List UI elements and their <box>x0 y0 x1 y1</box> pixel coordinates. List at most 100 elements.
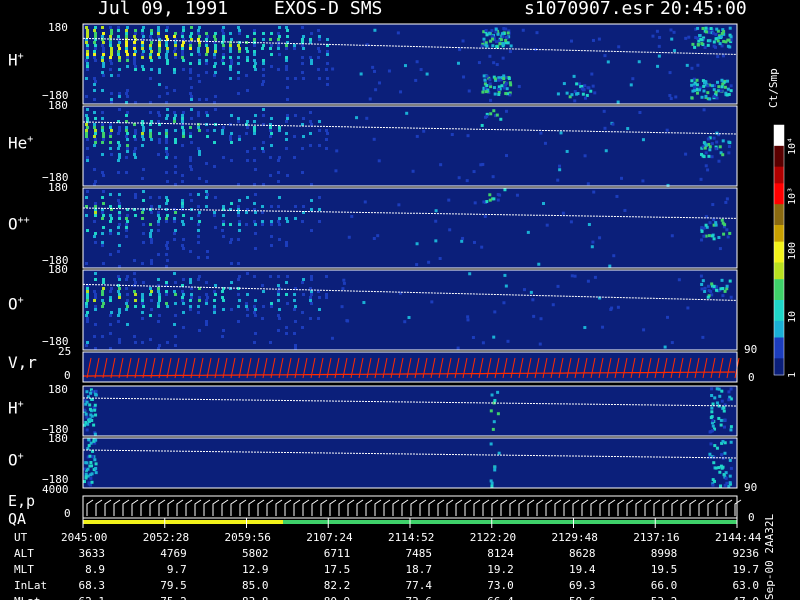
panel-h-cell <box>708 39 712 43</box>
ytick-opp-top: 180 <box>48 181 68 194</box>
panel-o-plus-cell <box>141 293 144 296</box>
panel-h-cell <box>222 53 225 56</box>
panel-h-cell <box>110 50 113 53</box>
panel-h-cell <box>269 38 272 41</box>
ephemeris-cell: 7485 <box>405 547 433 560</box>
panel-h-cell <box>727 93 731 97</box>
panel-he-cell <box>261 147 264 150</box>
panel-h-cell <box>285 59 288 62</box>
panel-he-cell <box>230 141 233 144</box>
colorbar-swatch <box>774 141 784 147</box>
panel-o-plus-cell <box>729 295 733 299</box>
ephemeris-cell: 9.7 <box>166 563 187 576</box>
panel-he-cell <box>355 116 359 120</box>
panel-h-cell <box>729 84 733 88</box>
panel-he-cell <box>118 156 121 159</box>
panel-h-cell <box>488 54 492 58</box>
panel-h-cell <box>205 62 208 65</box>
panel-he-cell <box>174 129 177 132</box>
panel-h-cell <box>485 33 489 37</box>
panel-he-cell <box>269 135 272 138</box>
panel-he-cell <box>704 151 708 155</box>
ephemeris-row-label: UT <box>14 531 28 544</box>
ephemeris-cell: 2137:16 <box>633 531 680 544</box>
panel-o-small-cell <box>94 438 98 442</box>
panel-label-vr: V,r <box>8 353 37 372</box>
panel-h-small-cell <box>88 417 92 421</box>
panel-he-cell <box>174 156 177 159</box>
panel-he-cell <box>174 141 177 144</box>
panel-o-small-cell <box>728 458 732 462</box>
panel-h-cell <box>86 62 89 65</box>
panel-h-cell <box>562 82 566 86</box>
panel-h-cell <box>86 65 89 68</box>
ephemeris-cell: 59.6 <box>552 596 596 600</box>
panel-he-cell <box>717 159 721 163</box>
panel-o-plus-plus-cell <box>480 245 484 249</box>
panel-he-cell <box>238 138 241 141</box>
panel-o-plus-plus-cell <box>118 223 121 226</box>
panel-h-cell <box>509 44 513 48</box>
panel-h-cell <box>491 44 495 48</box>
panel-o-plus-cell <box>493 310 497 314</box>
panel-o-small-cell <box>87 444 91 448</box>
panel-he-cell <box>118 129 121 132</box>
panel-o-small-cell <box>94 462 98 466</box>
panel-he-cell <box>558 168 562 172</box>
colorbar-swatch <box>774 216 784 222</box>
panel-o-plus-cell <box>189 281 192 284</box>
panel-o-plus-plus-cell <box>222 205 225 208</box>
panel-o-plus-cell <box>134 341 137 344</box>
panel-h-small-cell <box>85 390 89 394</box>
panel-o-plus-cell <box>712 284 716 288</box>
panel-h-cell <box>245 74 248 77</box>
panel-h-cell <box>166 92 169 95</box>
panel-o-plus-cell <box>703 289 707 293</box>
panel-h-cell <box>309 38 312 41</box>
ephemeris-cell: 3633 <box>78 547 106 560</box>
panel-h-cell <box>419 68 423 72</box>
panel-o-plus-plus-cell <box>261 223 264 226</box>
panel-h-cell <box>326 50 329 53</box>
ephemeris-cell: 2059:56 <box>224 531 271 544</box>
panel-h-cell <box>700 95 704 99</box>
panel-o-plus-cell <box>556 284 560 288</box>
panel-he-cell <box>294 114 297 117</box>
panel-o-plus-cell <box>205 293 208 296</box>
panel-o-plus-plus-cell <box>173 220 176 223</box>
panel-he-cell <box>150 120 153 123</box>
panel-he-cell <box>253 159 256 162</box>
panel-o-plus-plus-cell <box>142 208 145 211</box>
colorbar-swatch <box>774 258 784 263</box>
panel-h-cell <box>502 27 506 31</box>
panel-h-cell <box>302 35 305 38</box>
colorbar-swatch <box>774 350 784 355</box>
panel-o-plus-plus-cell <box>537 262 541 266</box>
panel-h-cell <box>709 27 713 31</box>
panel-o-plus-plus-cell <box>254 247 257 250</box>
panel-h-small-cell <box>729 387 733 391</box>
panel-he-cell <box>190 141 193 144</box>
panel-o-plus-cell <box>294 320 297 323</box>
panel-o-plus-plus-cell <box>294 205 297 208</box>
panel-he-cell <box>245 132 248 135</box>
panel-o-plus-plus-cell <box>205 190 208 193</box>
panel-o-plus-plus-cell <box>102 262 105 265</box>
panel-o-plus-cell <box>174 302 177 305</box>
panel-o-plus-plus-cell <box>157 229 160 232</box>
panel-o-plus-cell <box>86 341 89 344</box>
panel-o-plus-plus-cell <box>721 221 725 225</box>
panel-he-cell <box>205 111 208 114</box>
ytick-ep-top: 4000 <box>42 483 69 496</box>
panel-he-cell <box>174 114 177 117</box>
panel-h-cell <box>569 39 573 43</box>
panel-h-cell <box>117 74 120 77</box>
panel-o-plus-cell <box>504 284 508 288</box>
ephemeris-cell: 19.5 <box>650 563 678 576</box>
panel-h-cell <box>158 56 161 59</box>
panel-o-plus-plus-cell <box>598 236 602 240</box>
panel-he-cell <box>181 117 184 120</box>
panel-h-cell <box>118 68 121 71</box>
panel-h-cell <box>238 29 241 32</box>
panel-o-small-cell <box>708 452 712 456</box>
